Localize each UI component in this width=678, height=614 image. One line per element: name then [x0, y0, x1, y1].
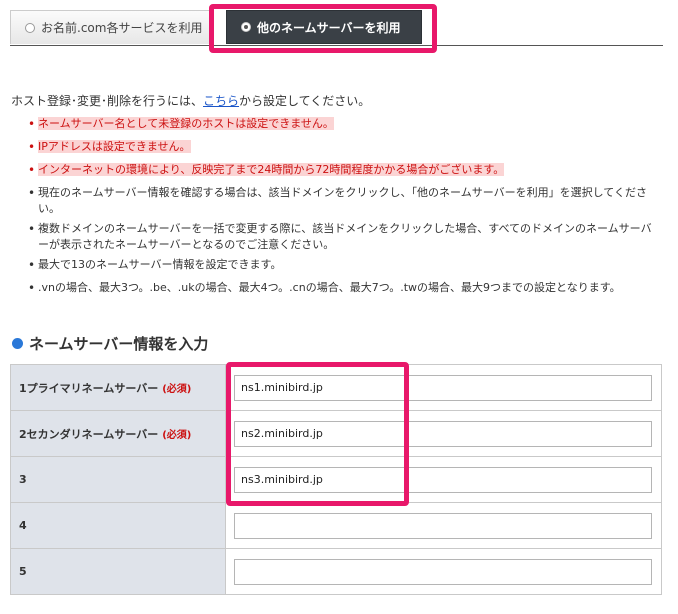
nameserver-5-input[interactable] — [234, 558, 652, 585]
notes-list: ネームサーバー名として未登録のホストは設定できません。 IPアドレスは設定できま… — [28, 116, 662, 296]
required-badge: (必須) — [162, 383, 192, 395]
row-label: 4 — [10, 502, 226, 549]
bullet-dot-icon — [12, 338, 23, 349]
tabs-divider — [10, 45, 663, 46]
note-no-ip-address: IPアドレスは設定できません。 — [28, 139, 662, 162]
note-check-current: 現在のネームサーバー情報を確認する場合は、該当ドメインをクリックし、「他のネーム… — [28, 185, 662, 221]
tab-use-other-nameservers[interactable]: 他のネームサーバーを利用 — [226, 10, 422, 44]
tab-use-onamae-services-label: お名前.com各サービスを利用 — [41, 21, 203, 35]
nameserver-4-label: 4 — [19, 519, 27, 532]
note-max-13: 最大で13のネームサーバー情報を設定できます。 — [28, 257, 662, 280]
note-propagation-time: インターネットの環境により、反映完了まで24時間から72時間程度かかる場合がござ… — [28, 162, 662, 185]
host-settings-intro: ホスト登録･変更･削除を行うには、こちらから設定してください。 — [11, 92, 370, 109]
row-input-cell — [225, 364, 662, 411]
nameserver-3-label: 3 — [19, 473, 27, 486]
intro-suffix: から設定してください。 — [239, 94, 371, 108]
tab-use-other-nameservers-label: 他のネームサーバーを利用 — [257, 20, 401, 35]
table-row: 3 — [10, 456, 662, 503]
nameserver-3-input[interactable] — [234, 466, 652, 493]
note-unregistered-host: ネームサーバー名として未登録のホストは設定できません。 — [28, 116, 662, 139]
table-row: 1プライマリネームサーバー (必須) — [10, 364, 662, 411]
row-input-cell — [225, 410, 662, 457]
row-input-cell — [225, 502, 662, 549]
nameserver-1-input[interactable] — [234, 374, 652, 401]
nameserver-form-table: 1プライマリネームサーバー(必須) 2セカンダリネームサーバー(必須) 3 4 … — [10, 364, 662, 595]
secondary-nameserver-label: 2セカンダリネームサーバー — [19, 427, 159, 441]
nameserver-5-label: 5 — [19, 565, 27, 578]
nameserver-2-input[interactable] — [234, 420, 652, 447]
row-label: 1プライマリネームサーバー (必須) — [10, 364, 226, 411]
radio-selected-icon — [241, 22, 251, 32]
row-label: 3 — [10, 456, 226, 503]
table-row: 4 — [10, 502, 662, 549]
section-title-text: ネームサーバー情報を入力 — [29, 335, 209, 353]
host-settings-link[interactable]: こちら — [203, 94, 239, 108]
intro-prefix: ホスト登録･変更･削除を行うには、 — [11, 94, 204, 108]
row-label: 5 — [10, 548, 226, 595]
tab-use-onamae-services[interactable]: お名前.com各サービスを利用 — [10, 10, 211, 44]
table-row: 2セカンダリネームサーバー (必須) — [10, 410, 662, 457]
section-title: ネームサーバー情報を入力 — [12, 333, 208, 354]
primary-nameserver-label: 1プライマリネームサーバー — [19, 381, 159, 395]
note-tld-limits: .vnの場合、最大3つ。.be、.ukの場合、最大4つ。.cnの場合、最大7つ。… — [28, 280, 662, 296]
required-badge: (必須) — [162, 429, 192, 441]
table-row: 5 — [10, 548, 662, 595]
nameserver-4-input[interactable] — [234, 512, 652, 539]
row-input-cell — [225, 456, 662, 503]
row-input-cell — [225, 548, 662, 595]
note-bulk-change: 複数ドメインのネームサーバーを一括で変更する際に、該当ドメインをクリックした場合… — [28, 221, 662, 257]
row-label: 2セカンダリネームサーバー (必須) — [10, 410, 226, 457]
radio-unselected-icon — [25, 22, 35, 33]
